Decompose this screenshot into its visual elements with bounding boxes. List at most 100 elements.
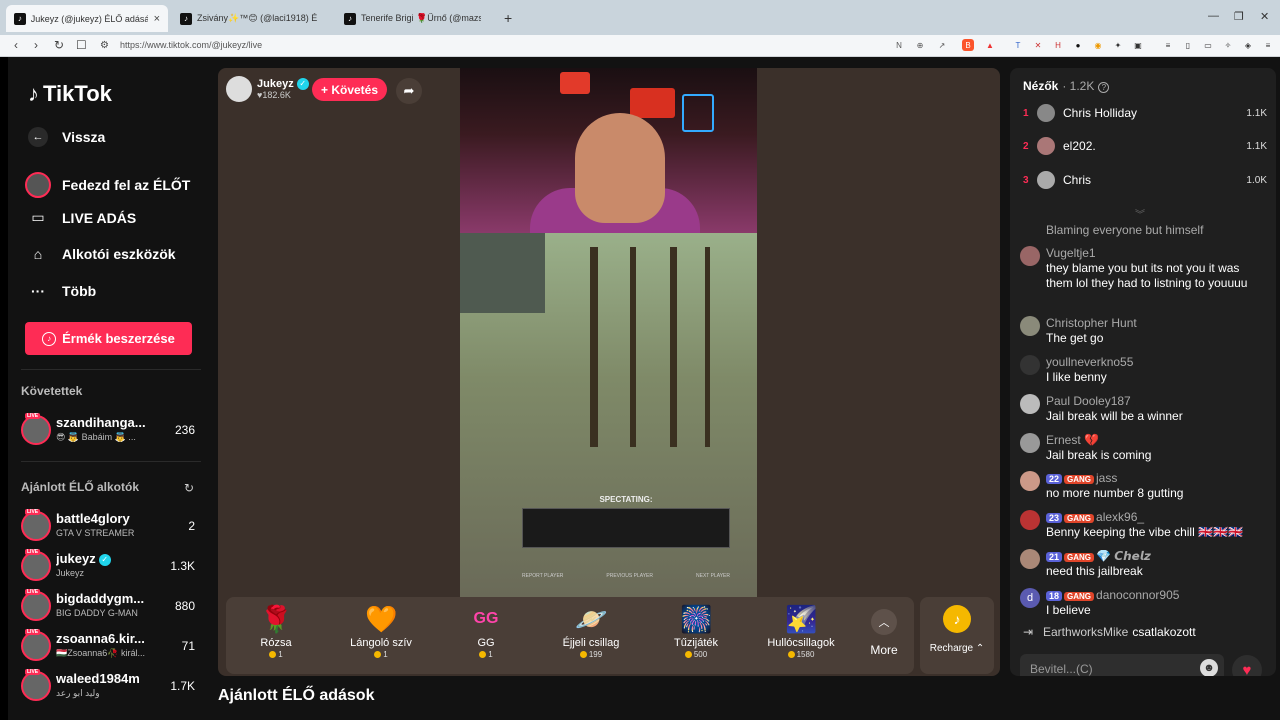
bookmark-icon[interactable]: ☐ bbox=[76, 38, 87, 52]
url-field[interactable]: https://www.tiktok.com/@jukeyz/live bbox=[120, 40, 262, 50]
info-icon[interactable]: ? bbox=[1098, 82, 1110, 93]
creator-name: waleed1984m bbox=[56, 671, 140, 686]
gift-item[interactable]: GG GG 1 bbox=[441, 603, 531, 659]
arrow-left-icon: ← bbox=[28, 127, 48, 147]
forward-arrow-icon[interactable]: › bbox=[34, 38, 38, 52]
nav-more[interactable]: ··· Több bbox=[24, 283, 96, 299]
recommended-item[interactable]: LIVE zsoanna6.kir... 🇭🇺Zsoanna6🥀 királ..… bbox=[21, 629, 201, 665]
creator-tools-icon: ⌂ bbox=[33, 246, 43, 262]
nav-explore-live[interactable]: Fedezd fel az ÉLŐT bbox=[24, 172, 190, 198]
chat-username[interactable]: Vugeltje1 bbox=[1046, 246, 1096, 260]
host-info[interactable]: Jukeyz ✓ ♥182.6K bbox=[226, 76, 309, 102]
extension-icon[interactable]: ▣ bbox=[1132, 39, 1144, 51]
followed-item[interactable]: LIVE szandihanga... 😎 👼 Babáim 👼 ... 236 bbox=[21, 413, 201, 449]
chat-username[interactable]: danoconnor905 bbox=[1096, 588, 1179, 602]
viewer-count: 71 bbox=[181, 639, 195, 653]
brave-shield-icon[interactable]: B bbox=[962, 39, 974, 51]
browser-tab[interactable]: ♪ Zsivány✨™😊 (@laci1918) ÉLŐ ... bbox=[172, 5, 334, 32]
viewer-count: 880 bbox=[174, 599, 195, 613]
recommended-item[interactable]: LIVE jukeyz ✓ Jukeyz 1.3K bbox=[21, 549, 201, 585]
menu-list-icon[interactable]: ≡ bbox=[1162, 39, 1174, 51]
viewer-rank: 3 bbox=[1023, 174, 1029, 186]
leo-icon[interactable]: ✧ bbox=[1222, 39, 1234, 51]
creator-name: zsoanna6.kir... bbox=[56, 631, 145, 646]
top-viewer[interactable]: 1 Chris Holliday 1.1K bbox=[1023, 102, 1267, 124]
video-player[interactable]: SPECTATING: REPORT PLAYER PREVIOUS PLAYE… bbox=[460, 68, 757, 597]
translate-icon[interactable]: T bbox=[1012, 39, 1024, 51]
new-tab-button[interactable]: + bbox=[504, 10, 512, 26]
extension-icon[interactable]: H bbox=[1052, 39, 1064, 51]
coins-label: Érmék beszerzése bbox=[62, 331, 175, 346]
chat-username[interactable]: youllneverkno55 bbox=[1046, 355, 1133, 369]
tiktok-favicon-icon: ♪ bbox=[180, 12, 192, 25]
viewer-rank: 1 bbox=[1023, 107, 1029, 119]
extension-icon[interactable]: N bbox=[893, 39, 905, 51]
nav-label: Több bbox=[62, 283, 97, 299]
chat-username[interactable]: Christopher Hunt bbox=[1046, 316, 1137, 330]
extension-icon[interactable]: ✕ bbox=[1032, 39, 1044, 51]
chat-username[interactable]: jass bbox=[1096, 471, 1117, 485]
follow-button[interactable]: + Követés bbox=[312, 78, 388, 101]
gift-name: Éjjeli csillag bbox=[562, 637, 620, 649]
share-icon[interactable]: ➦ bbox=[396, 78, 422, 104]
coin-icon bbox=[374, 651, 382, 659]
gift-item[interactable]: 🧡 Lángoló szív 1 bbox=[336, 603, 426, 659]
back-button[interactable]: ← Vissza bbox=[24, 127, 105, 147]
extension-icon[interactable]: ◉ bbox=[1092, 39, 1104, 51]
recommended-item[interactable]: LIVE bigdaddygm... BIG DADDY G-MAN 880 bbox=[21, 589, 201, 625]
like-heart-button[interactable]: ♥ bbox=[1232, 655, 1262, 676]
recommended-item[interactable]: LIVE battle4glory GTA V STREAMER 2 bbox=[21, 509, 201, 545]
more-gifts-button[interactable]: ︿ More bbox=[862, 609, 906, 657]
viewer-name: el202. bbox=[1063, 139, 1096, 153]
gift-price: 1 bbox=[278, 650, 283, 659]
chat-username[interactable]: alexk96_ bbox=[1096, 510, 1144, 524]
gift-item[interactable]: 🌠 Hullócsillagok 1580 bbox=[756, 603, 846, 659]
coin-icon bbox=[269, 651, 277, 659]
viewer-name: Chris bbox=[1063, 173, 1092, 187]
zoom-icon[interactable]: ⊕ bbox=[914, 39, 926, 51]
recharge-button[interactable]: ♪ Recharge ⌃ bbox=[920, 597, 994, 674]
rewards-icon[interactable]: ▲ bbox=[984, 39, 996, 51]
nav-go-live[interactable]: ▭ LIVE ADÁS bbox=[24, 209, 136, 226]
top-viewer[interactable]: 2 el202. 1.1K bbox=[1023, 135, 1267, 157]
share-page-icon[interactable]: ↗ bbox=[936, 39, 948, 51]
close-window-icon[interactable]: ✕ bbox=[1260, 10, 1269, 23]
top-viewer[interactable]: 3 Chris 1.0K bbox=[1023, 169, 1267, 191]
chat-input[interactable]: Bevitel...(C) bbox=[1020, 654, 1224, 676]
chat-username[interactable]: 💎 𝘾𝙝𝙚𝙡𝙯 bbox=[1096, 549, 1151, 563]
back-label: Vissza bbox=[62, 129, 106, 145]
gift-item[interactable]: 🪐 Éjjeli csillag 199 bbox=[546, 603, 636, 659]
wallet-icon[interactable]: ▭ bbox=[1202, 39, 1214, 51]
sidebar-icon[interactable]: ▯ bbox=[1182, 39, 1194, 51]
recommended-item[interactable]: LIVE waleed1984m وليد ابو رعد 1.7K bbox=[21, 669, 201, 705]
chevron-down-icon[interactable]: ︾ bbox=[1135, 206, 1145, 221]
viewers-header[interactable]: Nézők · 1.2K? bbox=[1023, 79, 1110, 93]
browser-tab[interactable]: ♪ Tenerife Brigi 🌹Űrnő (@mazsi04) ÉLŐ... bbox=[336, 5, 498, 32]
join-notice: ⇥ EarthworksMike csatlakozott bbox=[1023, 625, 1196, 639]
close-tab-icon[interactable]: × bbox=[154, 13, 160, 25]
get-coins-button[interactable]: ♪ Érmék beszerzése bbox=[25, 322, 192, 355]
extension-icon[interactable]: ● bbox=[1072, 39, 1084, 51]
puzzle-icon[interactable]: ✦ bbox=[1112, 39, 1124, 51]
maximize-icon[interactable]: ❐ bbox=[1234, 10, 1244, 23]
tiktok-logo[interactable]: ♪ TikTok bbox=[28, 81, 112, 107]
chat-text: I like benny bbox=[1046, 370, 1107, 384]
emoji-icon[interactable]: ☻ bbox=[1200, 659, 1218, 676]
gift-item[interactable]: 🎆 Tűzijáték 500 bbox=[651, 603, 741, 659]
browser-menu-icon[interactable]: ≡ bbox=[1262, 39, 1274, 51]
site-settings-icon[interactable]: ⚙ bbox=[100, 40, 109, 51]
gift-name: GG bbox=[477, 637, 495, 649]
browser-tab-active[interactable]: ♪ Jukeyz (@jukeyz) ÉLŐ adásá... × bbox=[6, 5, 168, 32]
nav-creator-tools[interactable]: ⌂ Alkotói eszközök bbox=[24, 246, 176, 262]
joined-username[interactable]: EarthworksMike bbox=[1043, 625, 1128, 639]
reload-icon[interactable]: ↻ bbox=[54, 38, 64, 52]
refresh-icon[interactable]: ↻ bbox=[184, 481, 194, 495]
chat-username[interactable]: Paul Dooley187 bbox=[1046, 394, 1131, 408]
gift-item[interactable]: 🌹 Rózsa 1 bbox=[231, 603, 321, 659]
vpn-icon[interactable]: ◈ bbox=[1242, 39, 1254, 51]
back-arrow-icon[interactable]: ‹ bbox=[14, 38, 18, 52]
gang-badge: GANG bbox=[1064, 514, 1095, 523]
minimize-icon[interactable]: — bbox=[1208, 10, 1219, 22]
avatar bbox=[1020, 316, 1040, 336]
chat-username[interactable]: Ernest 💔 bbox=[1046, 433, 1099, 447]
